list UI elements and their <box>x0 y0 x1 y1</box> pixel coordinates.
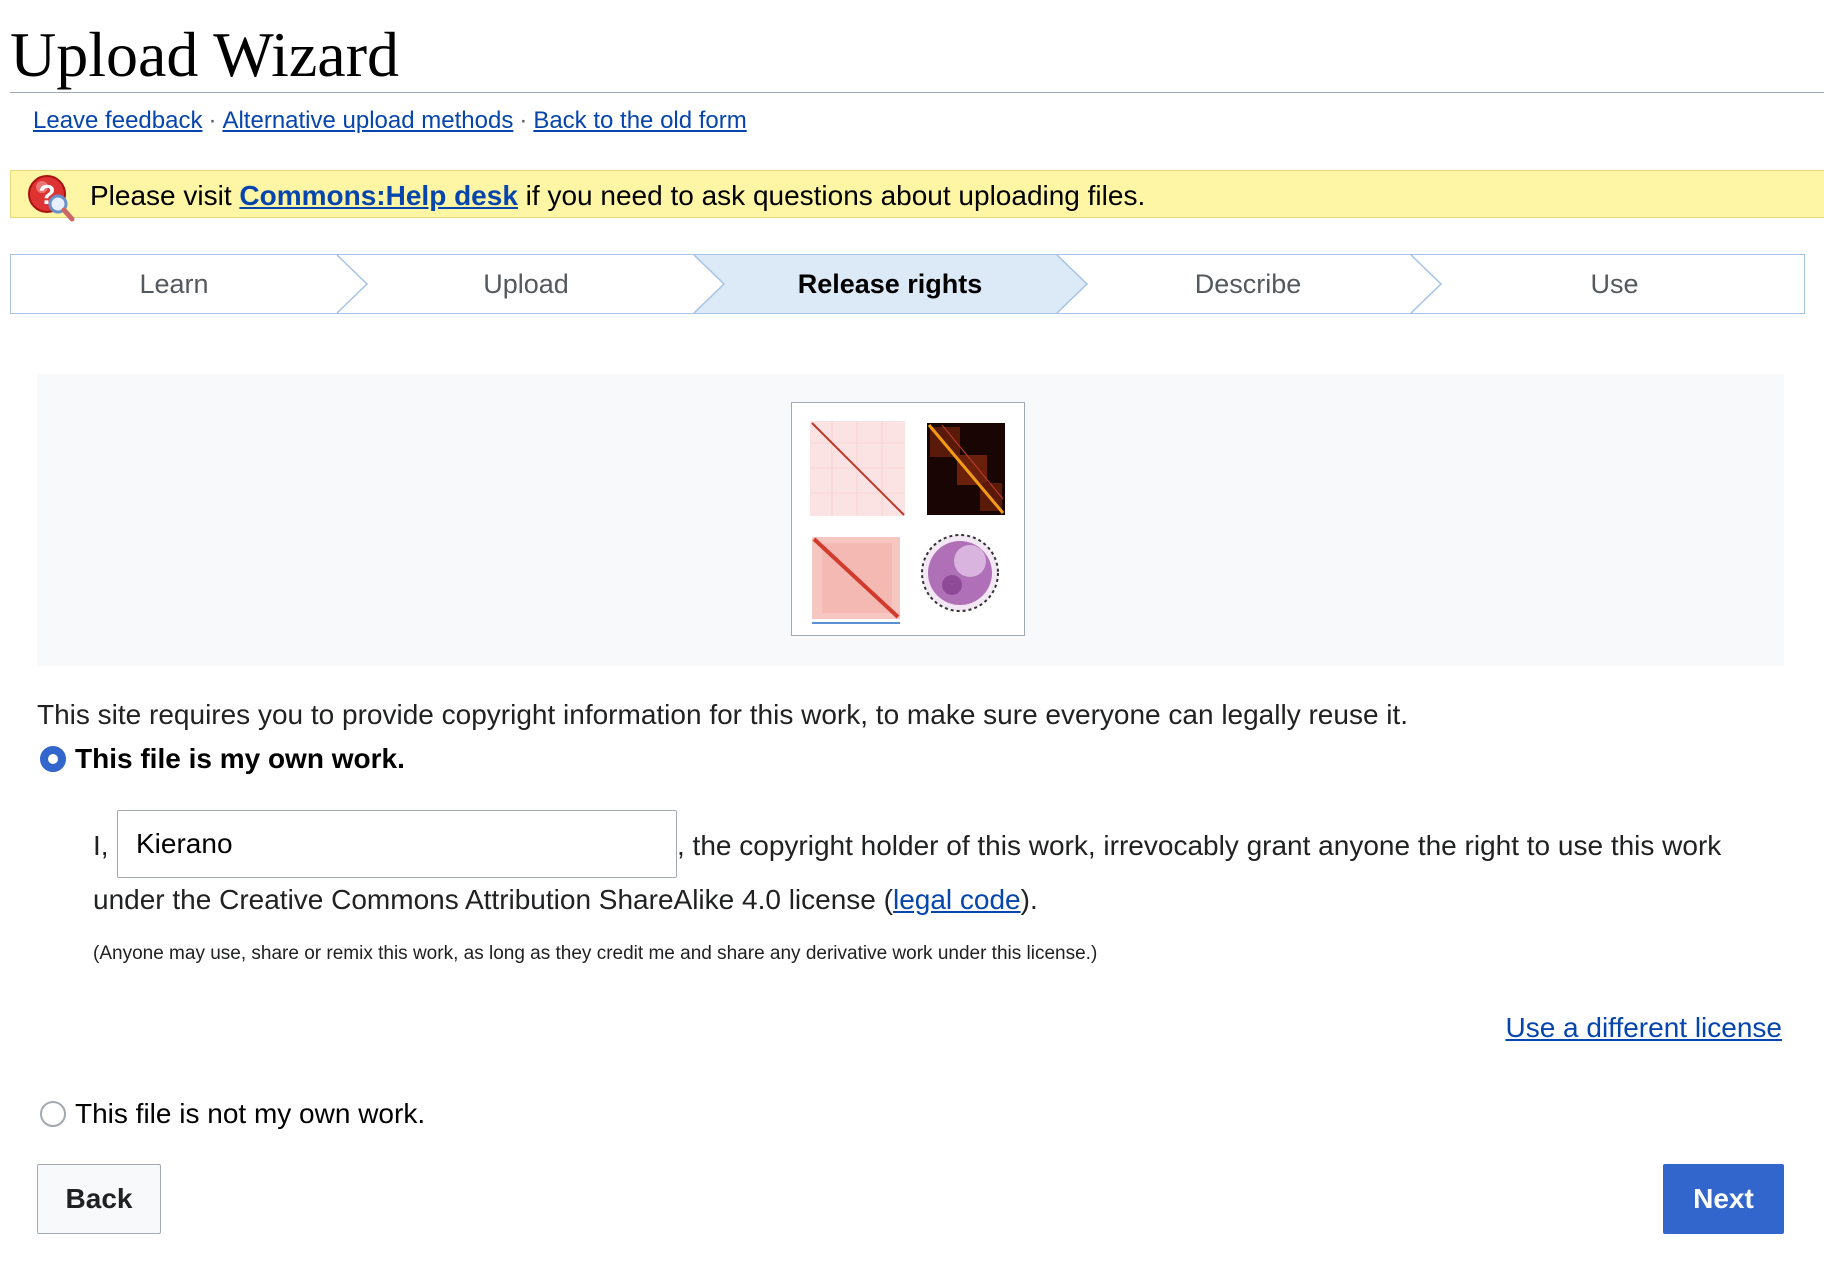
step-upload: Upload <box>483 269 569 299</box>
title-divider <box>10 92 1824 93</box>
link-separator: · <box>519 107 528 134</box>
wizard-steps: Learn Upload Release rights Describe Use <box>10 254 1805 314</box>
step-use: Use <box>1590 269 1639 299</box>
top-links: Leave feedback · Alternative upload method… <box>33 106 747 136</box>
grant-statement: , the copyright holder of this work, irr… <box>677 830 1722 861</box>
help-question-icon: ? <box>25 173 77 223</box>
step-learn: Learn <box>139 269 209 299</box>
step-release-rights: Release rights <box>797 269 983 299</box>
next-button[interactable]: Next <box>1663 1164 1784 1234</box>
own-work-radio[interactable] <box>40 746 66 772</box>
file-thumbnail <box>791 402 1025 636</box>
notice-suffix: if you need to ask questions about uploa… <box>517 180 1146 211</box>
license-statement: under the Creative Commons Attribution S… <box>93 883 1038 917</box>
license-suffix: ). <box>1020 884 1038 915</box>
leave-feedback-link[interactable]: Leave feedback <box>33 107 202 134</box>
not-own-work-radio[interactable] <box>40 1101 66 1127</box>
help-notice-banner: ? Please visit Commons:Help desk if you … <box>10 170 1824 222</box>
license-prefix: under the Creative Commons Attribution S… <box>93 884 893 915</box>
author-name-input[interactable] <box>117 810 677 878</box>
thumbnail-image <box>810 421 1005 624</box>
page-title: Upload Wizard <box>10 19 399 90</box>
own-work-label[interactable]: This file is my own work. <box>75 742 405 776</box>
legal-code-link[interactable]: legal code <box>893 884 1021 915</box>
step-describe: Describe <box>1194 269 1302 299</box>
alternative-upload-methods-link[interactable]: Alternative upload methods <box>222 107 513 134</box>
grant-prefix: I, <box>93 830 109 861</box>
license-summary-note: (Anyone may use, share or remix this wor… <box>93 943 1098 964</box>
not-own-work-label[interactable]: This file is not my own work. <box>75 1097 425 1131</box>
help-desk-link[interactable]: Commons:Help desk <box>239 180 518 211</box>
notice-prefix: Please visit <box>90 180 240 211</box>
back-button[interactable]: Back <box>37 1164 161 1234</box>
help-notice-text: Please visit Commons:Help desk if you ne… <box>90 180 1145 212</box>
copyright-intro-text: This site requires you to provide copyri… <box>37 699 1409 730</box>
use-different-license-link[interactable]: Use a different license <box>1505 1011 1782 1045</box>
back-to-old-form-link[interactable]: Back to the old form <box>533 107 746 134</box>
link-separator: · <box>208 107 217 134</box>
